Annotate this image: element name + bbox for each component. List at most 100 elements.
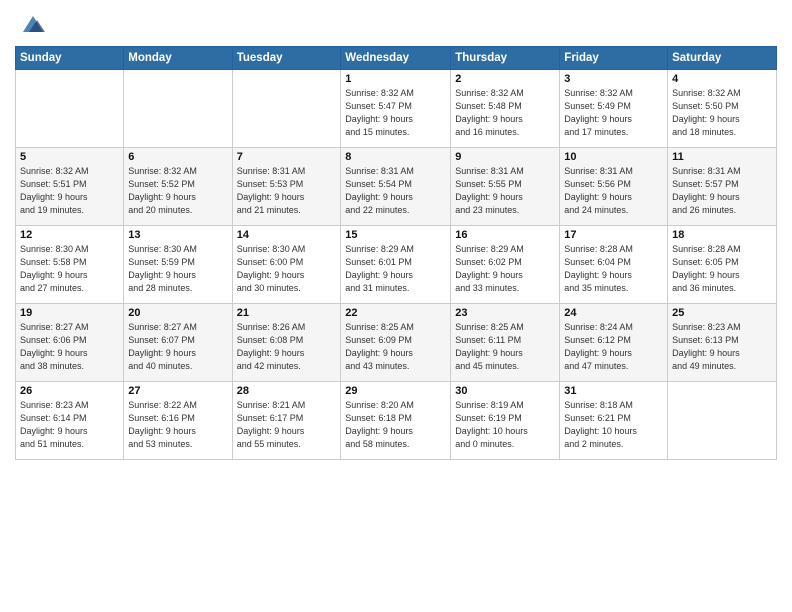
- day-info: Sunrise: 8:32 AM Sunset: 5:49 PM Dayligh…: [564, 87, 663, 139]
- weekday-header-sunday: Sunday: [16, 47, 124, 70]
- day-info: Sunrise: 8:31 AM Sunset: 5:55 PM Dayligh…: [455, 165, 555, 217]
- calendar-table: SundayMondayTuesdayWednesdayThursdayFrid…: [15, 46, 777, 460]
- day-number: 14: [237, 229, 337, 241]
- logo: [15, 10, 47, 38]
- day-info: Sunrise: 8:29 AM Sunset: 6:01 PM Dayligh…: [345, 243, 446, 295]
- calendar-cell: 2 Sunrise: 8:32 AM Sunset: 5:48 PM Daylig…: [451, 70, 560, 148]
- day-info: Sunrise: 8:27 AM Sunset: 6:06 PM Dayligh…: [20, 321, 119, 373]
- calendar-cell: [16, 70, 124, 148]
- day-number: 2: [455, 73, 555, 85]
- calendar-cell: 26 Sunrise: 8:23 AM Sunset: 6:14 PM Dayli…: [16, 382, 124, 460]
- day-info: Sunrise: 8:32 AM Sunset: 5:50 PM Dayligh…: [672, 87, 772, 139]
- day-info: Sunrise: 8:27 AM Sunset: 6:07 PM Dayligh…: [128, 321, 227, 373]
- day-number: 10: [564, 151, 663, 163]
- day-info: Sunrise: 8:25 AM Sunset: 6:11 PM Dayligh…: [455, 321, 555, 373]
- day-number: 17: [564, 229, 663, 241]
- day-number: 8: [345, 151, 446, 163]
- day-info: Sunrise: 8:20 AM Sunset: 6:18 PM Dayligh…: [345, 399, 446, 451]
- header: [15, 10, 777, 38]
- calendar-cell: 5 Sunrise: 8:32 AM Sunset: 5:51 PM Daylig…: [16, 148, 124, 226]
- day-info: Sunrise: 8:18 AM Sunset: 6:21 PM Dayligh…: [564, 399, 663, 451]
- day-number: 22: [345, 307, 446, 319]
- day-number: 26: [20, 385, 119, 397]
- calendar-cell: 17 Sunrise: 8:28 AM Sunset: 6:04 PM Dayli…: [560, 226, 668, 304]
- day-number: 11: [672, 151, 772, 163]
- calendar-cell: 19 Sunrise: 8:27 AM Sunset: 6:06 PM Dayli…: [16, 304, 124, 382]
- week-row-1: 1Sunrise: 8:32 AM Sunset: 5:47 PM Daylig…: [16, 70, 777, 148]
- day-number: 12: [20, 229, 119, 241]
- calendar-cell: 29 Sunrise: 8:20 AM Sunset: 6:18 PM Dayli…: [341, 382, 451, 460]
- day-number: 30: [455, 385, 555, 397]
- day-info: Sunrise: 8:30 AM Sunset: 5:59 PM Dayligh…: [128, 243, 227, 295]
- day-number: 29: [345, 385, 446, 397]
- day-number: 9: [455, 151, 555, 163]
- day-info: Sunrise: 8:31 AM Sunset: 5:53 PM Dayligh…: [237, 165, 337, 217]
- calendar-cell: 30 Sunrise: 8:19 AM Sunset: 6:19 PM Dayli…: [451, 382, 560, 460]
- week-row-2: 5 Sunrise: 8:32 AM Sunset: 5:51 PM Daylig…: [16, 148, 777, 226]
- week-row-5: 26 Sunrise: 8:23 AM Sunset: 6:14 PM Dayli…: [16, 382, 777, 460]
- day-number: 28: [237, 385, 337, 397]
- calendar-cell: 13 Sunrise: 8:30 AM Sunset: 5:59 PM Dayli…: [124, 226, 232, 304]
- weekday-header-monday: Monday: [124, 47, 232, 70]
- weekday-header-wednesday: Wednesday: [341, 47, 451, 70]
- day-info: Sunrise: 8:26 AM Sunset: 6:08 PM Dayligh…: [237, 321, 337, 373]
- calendar-cell: 22 Sunrise: 8:25 AM Sunset: 6:09 PM Dayli…: [341, 304, 451, 382]
- calendar-cell: 6Sunrise: 8:32 AM Sunset: 5:52 PM Daylig…: [124, 148, 232, 226]
- calendar-cell: 8 Sunrise: 8:31 AM Sunset: 5:54 PM Daylig…: [341, 148, 451, 226]
- day-number: 27: [128, 385, 227, 397]
- logo-icon: [19, 10, 47, 38]
- day-number: 25: [672, 307, 772, 319]
- day-info: Sunrise: 8:23 AM Sunset: 6:14 PM Dayligh…: [20, 399, 119, 451]
- calendar-cell: 10Sunrise: 8:31 AM Sunset: 5:56 PM Dayli…: [560, 148, 668, 226]
- day-info: Sunrise: 8:30 AM Sunset: 5:58 PM Dayligh…: [20, 243, 119, 295]
- week-row-4: 19 Sunrise: 8:27 AM Sunset: 6:06 PM Dayli…: [16, 304, 777, 382]
- weekday-header-row: SundayMondayTuesdayWednesdayThursdayFrid…: [16, 47, 777, 70]
- day-number: 13: [128, 229, 227, 241]
- day-info: Sunrise: 8:32 AM Sunset: 5:51 PM Dayligh…: [20, 165, 119, 217]
- day-info: Sunrise: 8:28 AM Sunset: 6:04 PM Dayligh…: [564, 243, 663, 295]
- day-info: Sunrise: 8:23 AM Sunset: 6:13 PM Dayligh…: [672, 321, 772, 373]
- day-number: 1: [345, 73, 446, 85]
- day-number: 23: [455, 307, 555, 319]
- calendar-cell: 21 Sunrise: 8:26 AM Sunset: 6:08 PM Dayli…: [232, 304, 341, 382]
- week-row-3: 12 Sunrise: 8:30 AM Sunset: 5:58 PM Dayli…: [16, 226, 777, 304]
- day-number: 20: [128, 307, 227, 319]
- weekday-header-tuesday: Tuesday: [232, 47, 341, 70]
- day-number: 5: [20, 151, 119, 163]
- day-info: Sunrise: 8:25 AM Sunset: 6:09 PM Dayligh…: [345, 321, 446, 373]
- calendar-cell: 12 Sunrise: 8:30 AM Sunset: 5:58 PM Dayli…: [16, 226, 124, 304]
- day-number: 31: [564, 385, 663, 397]
- calendar-cell: 16Sunrise: 8:29 AM Sunset: 6:02 PM Dayli…: [451, 226, 560, 304]
- calendar-cell: 11Sunrise: 8:31 AM Sunset: 5:57 PM Dayli…: [668, 148, 777, 226]
- day-number: 3: [564, 73, 663, 85]
- calendar-cell: 1Sunrise: 8:32 AM Sunset: 5:47 PM Daylig…: [341, 70, 451, 148]
- day-info: Sunrise: 8:30 AM Sunset: 6:00 PM Dayligh…: [237, 243, 337, 295]
- calendar-cell: 9 Sunrise: 8:31 AM Sunset: 5:55 PM Daylig…: [451, 148, 560, 226]
- page: SundayMondayTuesdayWednesdayThursdayFrid…: [0, 0, 792, 612]
- day-info: Sunrise: 8:31 AM Sunset: 5:54 PM Dayligh…: [345, 165, 446, 217]
- calendar-cell: [668, 382, 777, 460]
- calendar-cell: 14 Sunrise: 8:30 AM Sunset: 6:00 PM Dayli…: [232, 226, 341, 304]
- day-number: 16: [455, 229, 555, 241]
- weekday-header-friday: Friday: [560, 47, 668, 70]
- weekday-header-saturday: Saturday: [668, 47, 777, 70]
- day-info: Sunrise: 8:24 AM Sunset: 6:12 PM Dayligh…: [564, 321, 663, 373]
- calendar-cell: 15Sunrise: 8:29 AM Sunset: 6:01 PM Dayli…: [341, 226, 451, 304]
- calendar-cell: 31 Sunrise: 8:18 AM Sunset: 6:21 PM Dayli…: [560, 382, 668, 460]
- calendar-cell: [124, 70, 232, 148]
- day-info: Sunrise: 8:28 AM Sunset: 6:05 PM Dayligh…: [672, 243, 772, 295]
- calendar-cell: 25 Sunrise: 8:23 AM Sunset: 6:13 PM Dayli…: [668, 304, 777, 382]
- day-number: 21: [237, 307, 337, 319]
- day-info: Sunrise: 8:19 AM Sunset: 6:19 PM Dayligh…: [455, 399, 555, 451]
- calendar-cell: [232, 70, 341, 148]
- day-number: 19: [20, 307, 119, 319]
- day-number: 4: [672, 73, 772, 85]
- day-number: 24: [564, 307, 663, 319]
- calendar-cell: 28Sunrise: 8:21 AM Sunset: 6:17 PM Dayli…: [232, 382, 341, 460]
- day-number: 7: [237, 151, 337, 163]
- day-info: Sunrise: 8:32 AM Sunset: 5:52 PM Dayligh…: [128, 165, 227, 217]
- day-info: Sunrise: 8:32 AM Sunset: 5:48 PM Dayligh…: [455, 87, 555, 139]
- day-number: 18: [672, 229, 772, 241]
- calendar-cell: 20 Sunrise: 8:27 AM Sunset: 6:07 PM Dayli…: [124, 304, 232, 382]
- calendar-cell: 3 Sunrise: 8:32 AM Sunset: 5:49 PM Daylig…: [560, 70, 668, 148]
